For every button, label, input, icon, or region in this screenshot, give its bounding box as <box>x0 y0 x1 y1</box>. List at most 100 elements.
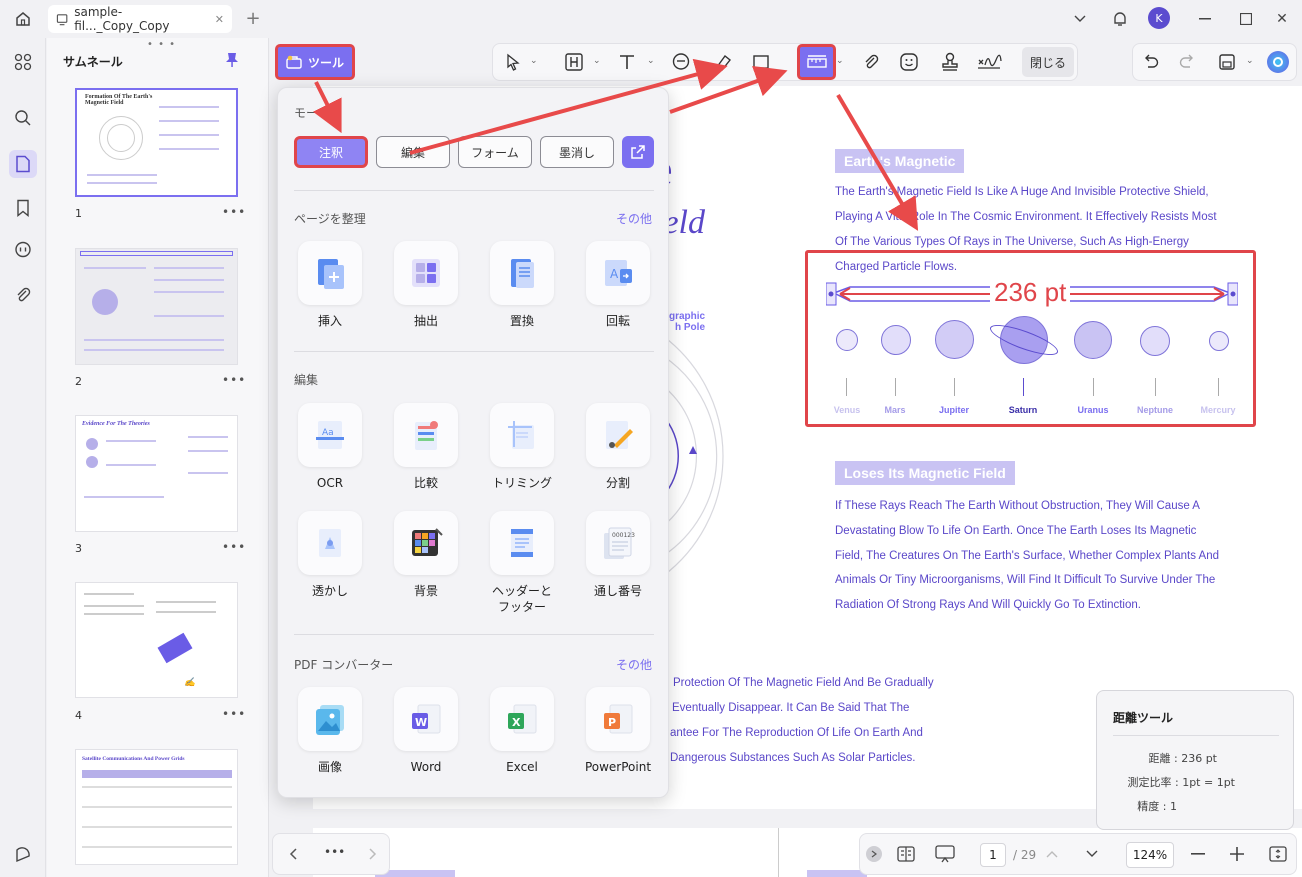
panel-resize-handle[interactable]: • • • <box>147 39 176 50</box>
pin-icon[interactable] <box>225 52 239 71</box>
chevron-down-icon[interactable] <box>1070 9 1090 29</box>
planet-neptune <box>1140 326 1170 356</box>
next-page-icon[interactable] <box>1084 846 1100 862</box>
paragraph-line: Devastating Blow To Life On Earth. Once … <box>835 525 1197 537</box>
save-icon[interactable] <box>1214 50 1240 74</box>
redo-icon[interactable] <box>1174 50 1200 74</box>
ocr-tile[interactable]: Aa <box>298 403 362 467</box>
mode-edit-button[interactable]: 編集 <box>376 136 450 168</box>
close-window-icon[interactable]: ✕ <box>1272 9 1292 29</box>
page-more-icon[interactable]: ••• <box>222 707 246 721</box>
bates-number-label: 通し番号 <box>593 584 642 598</box>
crop-tile[interactable] <box>490 403 554 467</box>
heading-loses-magnetic-field: Loses Its Magnetic Field <box>835 461 1015 485</box>
zoom-level[interactable]: 124% <box>1126 842 1174 868</box>
new-tab-icon[interactable]: + <box>243 8 263 29</box>
page-thumbnail-1[interactable]: Formation Of The Earth's Magnetic Field <box>75 88 238 197</box>
close-tools-button[interactable]: 閉じる <box>1022 47 1074 77</box>
chevron-down-icon[interactable]: ⌄ <box>1246 56 1254 66</box>
maximize-icon[interactable] <box>1236 9 1256 29</box>
chevron-down-icon[interactable]: ⌄ <box>593 56 601 66</box>
replace-page-icon <box>511 259 534 288</box>
attachment-icon[interactable] <box>9 281 37 309</box>
search-icon[interactable] <box>9 104 37 132</box>
header-footer-tile[interactable] <box>490 511 554 575</box>
crop-label: トリミング <box>491 476 552 490</box>
insert-page-tile[interactable] <box>298 241 362 305</box>
convert-excel-tile[interactable]: X <box>490 687 554 751</box>
converter-more-link[interactable]: その他 <box>616 656 652 673</box>
convert-word-tile[interactable]: W <box>394 687 458 751</box>
distance-tool-title: 距離ツール <box>1113 711 1174 725</box>
signature-icon[interactable] <box>976 50 1002 74</box>
mode-annotate-button[interactable]: 注釈 <box>294 136 368 168</box>
organize-more-link[interactable]: その他 <box>616 210 652 227</box>
thumbnail-page-icon[interactable] <box>9 150 37 178</box>
mode-form-button[interactable]: フォーム <box>458 136 532 168</box>
bates-number-tile[interactable]: 000123 <box>586 511 650 575</box>
comment-icon[interactable] <box>9 236 37 264</box>
page-thumbnail-3[interactable]: Evidence For The Theories <box>75 415 238 532</box>
convert-image-tile[interactable] <box>298 687 362 751</box>
undo-icon[interactable] <box>1138 50 1164 74</box>
word-file-icon: W <box>412 704 441 734</box>
distance-measurement-highlight[interactable]: 236 pt Venus Mars Jupiter Saturn Uranus … <box>805 250 1256 427</box>
comment-bubble-icon[interactable] <box>668 50 694 74</box>
sticker-icon[interactable] <box>896 50 922 74</box>
text-tool-icon[interactable] <box>614 50 640 74</box>
zoom-in-icon[interactable] <box>1228 845 1246 863</box>
page-more-icon[interactable]: ••• <box>222 205 246 219</box>
watermark-tile[interactable] <box>298 511 362 575</box>
more-icon[interactable]: ••• <box>324 845 345 859</box>
document-tab[interactable]: sample-fil..._Copy_Copy ✕ <box>48 5 232 33</box>
close-tab-icon[interactable]: ✕ <box>215 13 224 26</box>
chevron-down-icon[interactable]: ⌄ <box>647 56 655 66</box>
chevron-right-icon[interactable] <box>364 845 382 863</box>
chevron-left-icon[interactable] <box>284 845 302 863</box>
user-avatar[interactable]: K <box>1148 7 1170 29</box>
convert-powerpoint-tile[interactable]: P <box>586 687 650 751</box>
page-more-icon[interactable]: ••• <box>222 540 246 554</box>
page-thumbnail-2[interactable] <box>75 248 238 365</box>
compare-tile[interactable] <box>394 403 458 467</box>
grid-icon[interactable] <box>9 48 37 76</box>
bookmark-icon[interactable] <box>9 194 37 222</box>
page-thumbnail-5[interactable]: Satellite Communications And Power Grids <box>75 749 238 865</box>
tools-button[interactable]: ツール <box>275 44 355 80</box>
background-tile[interactable] <box>394 511 458 575</box>
split-tile[interactable] <box>586 403 650 467</box>
select-cursor-icon[interactable] <box>500 50 526 74</box>
stamp-icon[interactable] <box>937 50 963 74</box>
svg-text:000123: 000123 <box>612 532 635 539</box>
collapse-bar-icon[interactable] <box>866 846 882 862</box>
measure-tool-button[interactable] <box>797 44 836 80</box>
fit-page-icon[interactable] <box>1268 845 1288 863</box>
thumbnail-panel-title: サムネール <box>63 55 123 69</box>
minimize-icon[interactable] <box>1195 9 1215 29</box>
rotate-page-tile[interactable]: A <box>586 241 650 305</box>
attachment-icon[interactable] <box>858 50 884 74</box>
ai-assistant-icon[interactable] <box>1267 51 1289 73</box>
tab-title: sample-fil..._Copy_Copy <box>74 5 170 33</box>
chevron-down-icon[interactable]: ⌄ <box>530 56 538 66</box>
rectangle-shape-icon[interactable] <box>748 50 774 74</box>
measurement-value: 236 pt <box>990 277 1071 307</box>
zoom-out-icon[interactable] <box>1189 846 1207 862</box>
insert-page-icon <box>318 259 344 289</box>
presentation-icon[interactable] <box>934 845 956 863</box>
highlight-text-icon[interactable] <box>561 50 587 74</box>
replace-page-tile[interactable] <box>490 241 554 305</box>
theme-icon[interactable] <box>9 841 37 869</box>
previous-page-icon[interactable] <box>1044 846 1060 862</box>
notification-bell-icon[interactable] <box>1110 8 1130 30</box>
home-icon[interactable] <box>12 8 34 30</box>
chevron-down-icon[interactable]: ⌄ <box>836 56 844 66</box>
page-more-icon[interactable]: ••• <box>222 373 246 387</box>
page-number-input[interactable]: 1 <box>980 843 1006 867</box>
mode-redact-button[interactable]: 墨消し <box>540 136 614 168</box>
extract-page-tile[interactable] <box>394 241 458 305</box>
page-layout-icon[interactable] <box>896 845 916 863</box>
page-thumbnail-4[interactable]: ✍ <box>75 582 238 698</box>
eraser-icon[interactable] <box>710 50 736 74</box>
open-external-icon[interactable] <box>622 136 654 168</box>
